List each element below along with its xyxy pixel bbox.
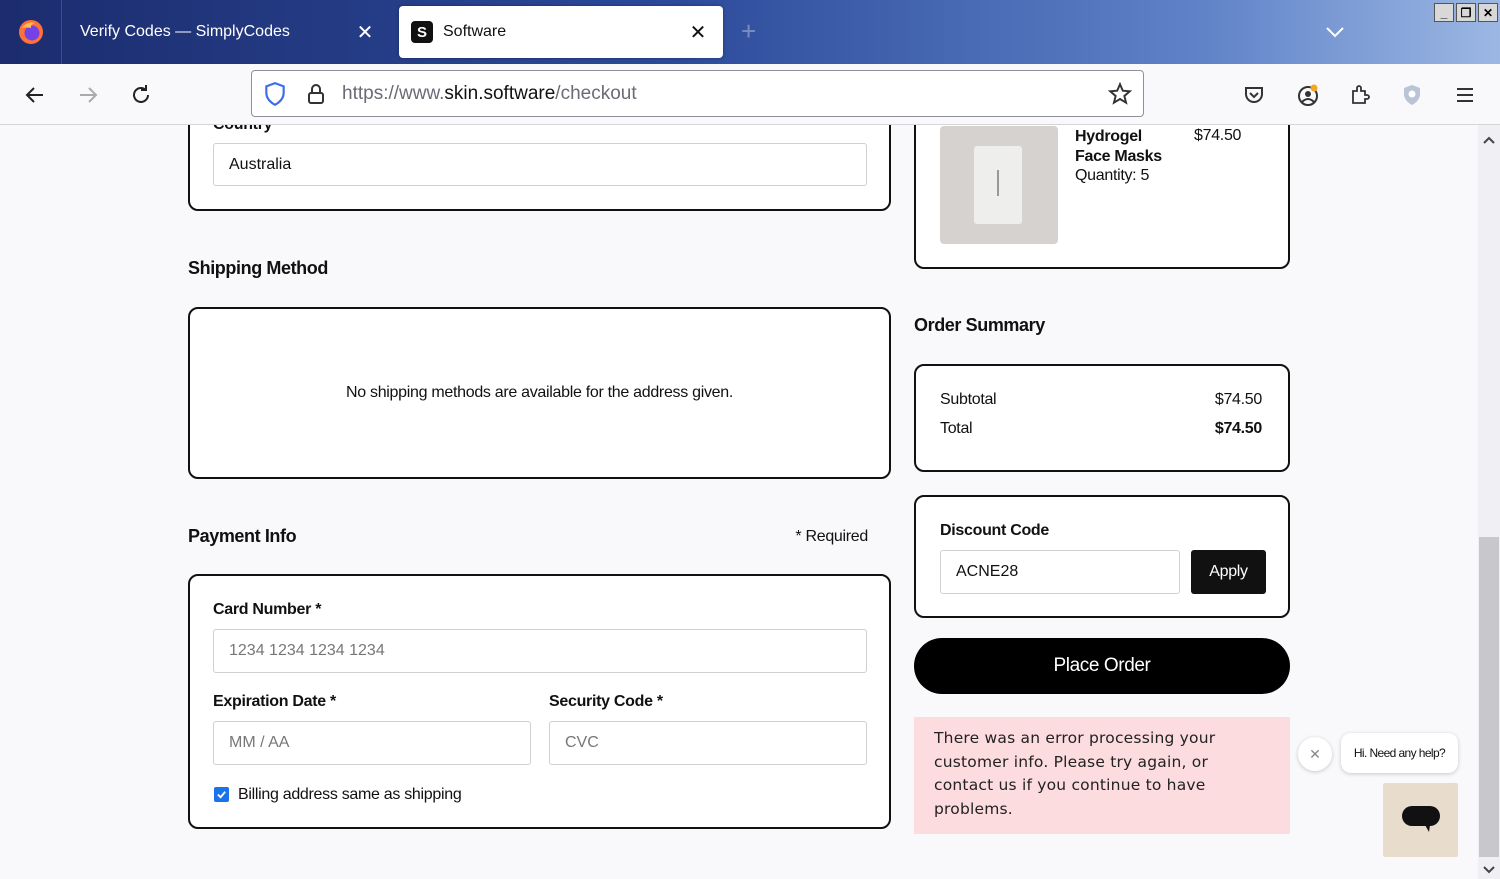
firefox-logo-icon[interactable] <box>0 0 62 64</box>
close-tab-icon[interactable]: ✕ <box>354 21 376 44</box>
minimize-icon[interactable]: _ <box>1434 3 1454 22</box>
tab-title: Software <box>443 23 507 40</box>
payment-info-title: Payment Info <box>188 526 297 546</box>
new-tab-icon[interactable]: + <box>741 18 767 46</box>
required-note: * Required <box>795 528 868 545</box>
chat-bubble-icon <box>1401 806 1440 832</box>
tracking-protection-shield-icon[interactable] <box>262 81 288 112</box>
place-order-button[interactable]: Place Order <box>914 638 1290 694</box>
reload-icon[interactable] <box>125 79 157 111</box>
url-path: /checkout <box>555 83 637 104</box>
expiration-date-label: Expiration Date * <box>213 693 336 710</box>
forward-icon[interactable] <box>72 79 104 111</box>
expiration-date-input[interactable]: MM / AA <box>213 721 531 765</box>
chat-launcher-button[interactable] <box>1383 783 1458 857</box>
close-tab-icon[interactable]: ✕ <box>687 21 709 44</box>
error-message: There was an error processing your custo… <box>914 717 1290 834</box>
checkmark-icon <box>217 791 226 799</box>
checkout-page: Country Australia Shipping Method No shi… <box>0 125 1478 879</box>
url-host: skin.software <box>444 83 556 104</box>
menu-icon[interactable] <box>1449 79 1481 111</box>
list-all-tabs-icon[interactable] <box>1322 20 1348 44</box>
account-icon[interactable] <box>1292 79 1324 111</box>
discount-code-input[interactable]: ACNE28 <box>940 550 1180 594</box>
cart-items-box: Hydrogel Face Masks Quantity: 5 $74.50 <box>914 125 1290 269</box>
card-number-input[interactable]: 1234 1234 1234 1234 <box>213 629 867 673</box>
payment-box: Card Number * 1234 1234 1234 1234 Expira… <box>188 574 891 829</box>
subtotal-label: Subtotal <box>940 391 997 408</box>
shipping-method-title: Shipping Method <box>188 258 328 278</box>
tab-software[interactable]: S Software ✕ <box>399 6 723 58</box>
shield-extension-icon[interactable] <box>1396 79 1428 111</box>
product-image[interactable] <box>940 126 1058 244</box>
close-chat-icon[interactable]: ✕ <box>1298 737 1332 771</box>
billing-same-label: Billing address same as shipping <box>238 786 462 803</box>
shipping-address-box: Country Australia <box>188 125 891 211</box>
bookmark-star-icon[interactable] <box>1107 81 1133 112</box>
shipping-method-box: No shipping methods are available for th… <box>188 307 891 479</box>
product-name-line1: Hydrogel <box>1075 128 1142 145</box>
security-code-input[interactable]: CVC <box>549 721 867 765</box>
tab-title: Verify Codes — SimplyCodes <box>80 23 290 40</box>
scroll-up-icon[interactable] <box>1483 131 1495 149</box>
discount-code-title: Discount Code <box>940 522 1049 539</box>
product-name[interactable]: Hydrogel Face Masks <box>1075 127 1162 167</box>
order-summary-box: Subtotal $74.50 Total $74.50 <box>914 364 1290 472</box>
close-window-icon[interactable]: ✕ <box>1478 3 1498 22</box>
back-icon[interactable] <box>19 79 51 111</box>
url-text: https://www.skin.software/checkout <box>342 83 637 105</box>
scroll-down-icon[interactable] <box>1483 861 1495 879</box>
url-scheme: https://www. <box>342 83 445 104</box>
total-label: Total <box>940 420 973 437</box>
lock-icon[interactable] <box>304 81 328 112</box>
total-value: $74.50 <box>1214 420 1262 437</box>
product-name-line2: Face Masks <box>1075 148 1162 165</box>
no-shipping-message: No shipping methods are available for th… <box>346 384 733 401</box>
order-summary-title: Order Summary <box>914 315 1045 335</box>
site-favicon-icon: S <box>411 21 433 43</box>
product-price: $74.50 <box>1194 127 1242 144</box>
scrollbar-thumb[interactable] <box>1479 537 1499 857</box>
card-number-label: Card Number * <box>213 601 322 618</box>
country-label: Country <box>213 125 273 134</box>
chat-greeting-bubble[interactable]: Hi. Need any help? <box>1341 733 1458 773</box>
country-select[interactable]: Australia <box>213 143 867 186</box>
apply-button[interactable]: Apply <box>1191 550 1266 594</box>
subtotal-value: $74.50 <box>1214 391 1262 408</box>
billing-same-checkbox[interactable] <box>214 787 229 802</box>
security-code-label: Security Code * <box>549 693 663 710</box>
navigation-toolbar: https://www.skin.software/checkout <box>0 64 1500 125</box>
window-controls: _ ❐ ✕ <box>1434 3 1498 22</box>
pocket-icon[interactable] <box>1238 79 1270 111</box>
tab-bar: Verify Codes — SimplyCodes ✕ S Software … <box>0 0 1500 64</box>
restore-icon[interactable]: ❐ <box>1456 3 1476 22</box>
extensions-icon[interactable] <box>1344 79 1376 111</box>
tab-verify-codes[interactable]: Verify Codes — SimplyCodes ✕ <box>64 6 390 58</box>
address-bar[interactable]: https://www.skin.software/checkout <box>251 70 1144 117</box>
product-quantity: Quantity: 5 <box>1075 167 1150 184</box>
discount-code-box: Discount Code ACNE28 Apply <box>914 495 1290 618</box>
